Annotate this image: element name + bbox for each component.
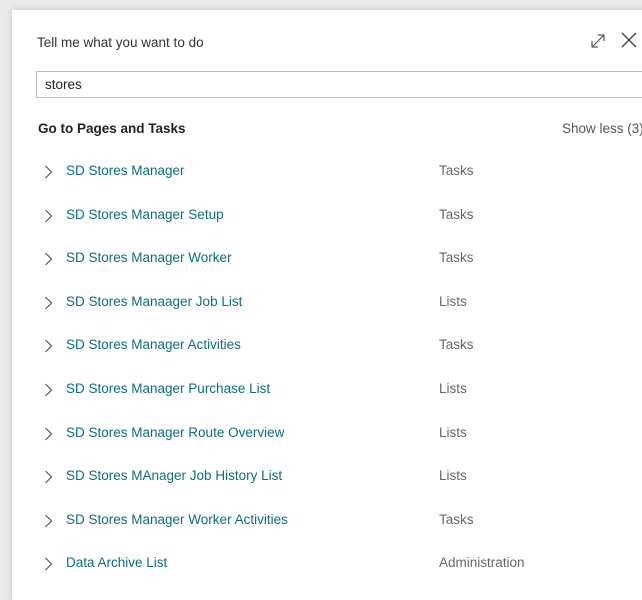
show-less-link[interactable]: Show less (3)	[562, 121, 642, 136]
result-row[interactable]: SD Stores Manager Route Overview Lists	[12, 412, 642, 456]
chevron-right-icon	[45, 557, 53, 571]
chevron-right-icon	[45, 514, 53, 528]
expand-icon[interactable]	[589, 32, 607, 50]
chevron-right-icon	[45, 339, 53, 353]
result-category: Lists	[439, 293, 467, 309]
result-category: Lists	[439, 468, 467, 484]
result-row[interactable]: SD Stores MAnager Job History List Lists	[12, 455, 642, 499]
result-name-link[interactable]: Data Archive List	[66, 555, 167, 570]
tell-me-dialog: Tell me what you want to do Go to Pages …	[12, 10, 642, 600]
chevron-right-icon	[45, 252, 53, 266]
results-list: SD Stores Manager Tasks SD Stores Manager …	[12, 150, 642, 586]
result-row[interactable]: SD Stores Manaager Job List Lists	[12, 281, 642, 325]
result-category: Administration	[439, 555, 525, 571]
section-title: Go to Pages and Tasks	[38, 121, 186, 136]
chevron-right-icon	[45, 427, 53, 440]
result-row[interactable]: SD Stores Manager Setup Tasks	[12, 194, 642, 238]
result-row[interactable]: SD Stores Manager Activities Tasks	[12, 324, 642, 368]
result-row[interactable]: SD Stores Manager Worker Activities Tasks	[12, 499, 642, 543]
result-category: Tasks	[439, 511, 474, 527]
chevron-right-icon	[45, 470, 53, 484]
result-name-link[interactable]: SD Stores Manaager Job List	[66, 294, 242, 309]
result-name-link[interactable]: SD Stores Manager	[66, 163, 185, 178]
result-row[interactable]: SD Stores Manager Worker Tasks	[12, 237, 642, 281]
chevron-right-icon	[45, 296, 53, 310]
result-category: Tasks	[439, 163, 474, 178]
result-category: Tasks	[439, 250, 474, 266]
chevron-right-icon	[45, 383, 53, 397]
chevron-right-icon	[45, 209, 53, 223]
result-category: Tasks	[439, 206, 474, 222]
result-name-link[interactable]: SD Stores Manager Worker	[66, 250, 232, 265]
close-icon[interactable]	[619, 30, 639, 50]
chevron-right-icon	[45, 165, 53, 179]
result-category: Lists	[439, 424, 467, 440]
result-name-link[interactable]: SD Stores Manager Purchase List	[66, 381, 270, 396]
result-category: Tasks	[439, 337, 474, 353]
result-category: Lists	[439, 380, 467, 396]
result-name-link[interactable]: SD Stores Manager Activities	[66, 337, 241, 352]
result-row[interactable]: SD Stores Manager Tasks	[12, 150, 642, 194]
search-input[interactable]	[36, 71, 642, 98]
result-row[interactable]: Data Archive List Administration	[12, 542, 642, 586]
result-name-link[interactable]: SD Stores Manager Worker Activities	[66, 512, 288, 527]
result-name-link[interactable]: SD Stores MAnager Job History List	[66, 468, 282, 483]
result-name-link[interactable]: SD Stores Manager Route Overview	[66, 425, 284, 440]
result-name-link[interactable]: SD Stores Manager Setup	[66, 207, 224, 222]
dialog-header: Tell me what you want to do	[37, 35, 204, 50]
result-row[interactable]: SD Stores Manager Purchase List Lists	[12, 368, 642, 412]
